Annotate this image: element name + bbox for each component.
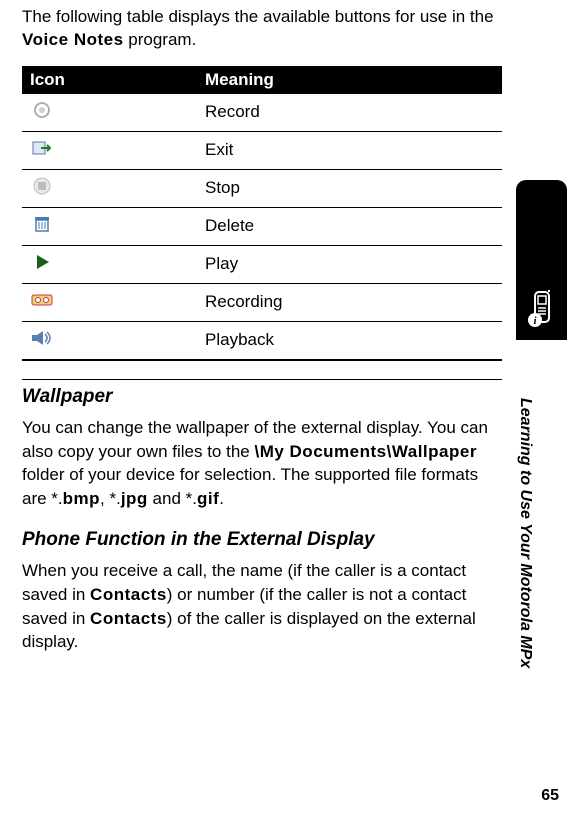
wallpaper-paragraph: You can change the wallpaper of the exte…	[22, 416, 502, 511]
side-tab-black: i	[516, 180, 567, 340]
cell-icon	[22, 131, 197, 169]
table-row: Delete	[22, 207, 502, 245]
play-icon	[30, 252, 54, 272]
intro-paragraph: The following table displays the availab…	[22, 6, 502, 52]
delete-icon	[30, 214, 54, 234]
cell-meaning: Exit	[197, 131, 502, 169]
side-tab: i Learning to Use Your Motorola MPx	[516, 180, 567, 740]
recording-icon	[30, 290, 54, 310]
cell-meaning: Stop	[197, 169, 502, 207]
intro-prefix: The following table displays the availab…	[22, 7, 494, 26]
pf-contacts2: Contacts	[90, 609, 167, 628]
heading-wallpaper: Wallpaper	[22, 379, 502, 408]
heading-phone-function: Phone Function in the External Display	[22, 529, 502, 551]
cell-icon	[22, 207, 197, 245]
cell-meaning: Playback	[197, 321, 502, 360]
table-row: Record	[22, 94, 502, 132]
pf-contacts1: Contacts	[90, 585, 167, 604]
page-content: The following table displays the availab…	[22, 0, 502, 817]
table-header-row: Icon Meaning	[22, 66, 502, 94]
wp-ext1: bmp	[63, 489, 100, 508]
record-icon	[30, 100, 54, 120]
cell-icon	[22, 283, 197, 321]
wp-ext2: jpg	[121, 489, 148, 508]
cell-icon	[22, 321, 197, 360]
cell-meaning: Recording	[197, 283, 502, 321]
header-meaning: Meaning	[197, 66, 502, 94]
intro-program: Voice Notes	[22, 30, 124, 49]
side-tab-label: Learning to Use Your Motorola MPx	[516, 348, 534, 718]
exit-icon	[30, 138, 54, 158]
cell-meaning: Play	[197, 245, 502, 283]
phonefn-paragraph: When you receive a call, the name (if th…	[22, 559, 502, 654]
cell-icon	[22, 245, 197, 283]
cell-icon	[22, 94, 197, 132]
table-row: Stop	[22, 169, 502, 207]
table-row: Play	[22, 245, 502, 283]
stop-icon	[30, 176, 54, 196]
cell-icon	[22, 169, 197, 207]
icon-meaning-table: Icon Meaning Record Exit	[22, 66, 502, 361]
wp-end: .	[219, 489, 224, 508]
wp-path: \My Documents\Wallpaper	[254, 442, 476, 461]
wp-sep1: , *.	[100, 489, 121, 508]
table-row: Recording	[22, 283, 502, 321]
playback-icon	[30, 328, 54, 348]
cell-meaning: Delete	[197, 207, 502, 245]
page-number: 65	[541, 787, 559, 805]
wp-ext3: gif	[197, 489, 219, 508]
phone-info-icon: i	[526, 290, 558, 330]
wp-sep2: and *.	[148, 489, 197, 508]
table-row: Exit	[22, 131, 502, 169]
table-row: Playback	[22, 321, 502, 360]
header-icon: Icon	[22, 66, 197, 94]
cell-meaning: Record	[197, 94, 502, 132]
intro-suffix: program.	[124, 30, 197, 49]
